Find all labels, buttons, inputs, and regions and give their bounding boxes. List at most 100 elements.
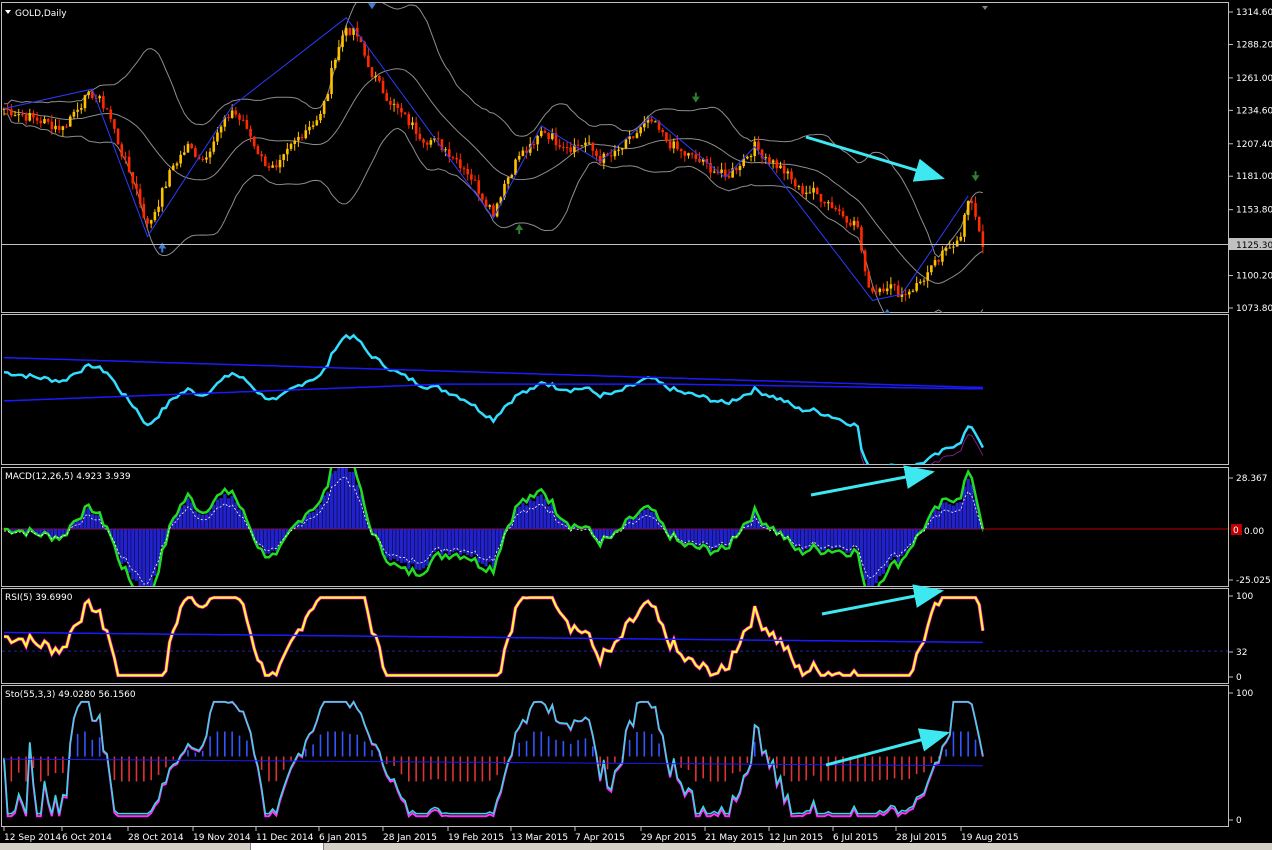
candle-body xyxy=(808,192,812,194)
candle-body xyxy=(370,67,374,78)
candle-body xyxy=(35,117,39,121)
stoch-hist-bar xyxy=(584,738,587,757)
macd-hist-bar xyxy=(642,509,646,529)
stoch-hist-bar xyxy=(709,756,712,782)
stoch-hist-bar xyxy=(356,734,359,757)
candle-body xyxy=(952,246,955,248)
price-axis: 1314.60 1288.20 1261.00 1234.60 1207.40 1181.… xyxy=(1228,8,1272,314)
stoch-hist-bar xyxy=(246,740,248,757)
macd-hist-bar xyxy=(204,514,208,529)
macd-hist-bar xyxy=(834,529,838,549)
chart-tab[interactable] xyxy=(250,843,324,850)
stoch-hist-bar xyxy=(525,740,528,757)
macd-hist-bar xyxy=(127,529,131,573)
stoch-hist-bar xyxy=(923,756,925,773)
fractal-arrows xyxy=(158,3,980,313)
stoch-hist-bar xyxy=(533,731,535,757)
macd-hist-bar xyxy=(392,529,396,559)
candle-body xyxy=(539,130,543,136)
candle-body xyxy=(849,222,852,226)
candle-body xyxy=(764,157,768,159)
candle-body xyxy=(79,108,83,110)
stoch-hist-bar xyxy=(540,731,543,757)
candle-body xyxy=(620,148,624,150)
stoch-hist-bar xyxy=(268,756,270,782)
candle-body xyxy=(72,111,76,117)
price-trend-arrow xyxy=(805,135,945,182)
trading-chart[interactable]: GOLD,Daily MACD(12,26,5) 4.923 3.939 RSI… xyxy=(0,0,1272,850)
candle-body xyxy=(87,91,90,96)
candle-body xyxy=(812,187,815,193)
down-arrow-icon xyxy=(971,171,980,182)
candle-body xyxy=(46,119,50,122)
stoch-hist-bar xyxy=(290,756,292,761)
date-tick-label: 13 Mar 2015 xyxy=(511,833,568,843)
candle-body xyxy=(793,179,797,187)
candle-body xyxy=(131,171,135,184)
candle-body xyxy=(160,188,164,207)
stoch-hist-bar xyxy=(363,741,366,757)
candle-body xyxy=(407,114,411,126)
price-tick-label: 1207.40 xyxy=(1236,140,1272,150)
macd-hist-bar xyxy=(260,529,264,547)
stoch-panel-frame xyxy=(1,685,1229,827)
candle-body xyxy=(738,166,742,171)
macd-hist-bar xyxy=(712,529,716,549)
macd-title: MACD(12,26,5) 4.923 3.939 xyxy=(5,472,131,482)
macd-hist-bar xyxy=(234,502,238,529)
candle-body xyxy=(650,119,653,122)
macd-hist-bar xyxy=(852,529,856,547)
stoch-hist-bar xyxy=(614,756,616,763)
price-tick-label: 1314.60 xyxy=(1236,8,1272,18)
macd-hist-bar xyxy=(797,529,801,547)
stoch-hist-bar xyxy=(341,731,344,757)
macd-hist-bar xyxy=(826,529,830,548)
macd-hist-bar xyxy=(337,468,341,529)
up-arrow-icon xyxy=(515,224,524,235)
candle-body xyxy=(333,59,337,68)
stoch-hist-bar xyxy=(260,756,263,770)
candle-body xyxy=(396,103,400,108)
candle-body xyxy=(462,168,466,170)
stoch-hist-bar xyxy=(312,744,314,757)
candle-body xyxy=(907,291,911,295)
stoch-hist-bar xyxy=(349,733,351,757)
candle-body xyxy=(282,154,285,160)
candle-body xyxy=(665,132,668,142)
macd-hist-bar xyxy=(694,529,698,546)
candle-body xyxy=(337,47,341,60)
candle-body xyxy=(687,153,690,156)
macd-hist-bar xyxy=(937,510,941,529)
candle-body xyxy=(17,114,21,116)
candle-body xyxy=(768,157,771,163)
macd-hist-bar xyxy=(197,513,201,529)
candle-body xyxy=(963,214,966,237)
candle-body xyxy=(882,288,885,292)
price-tick-label: 1261.00 xyxy=(1236,74,1272,84)
candle-body xyxy=(885,288,889,292)
macd-hist-bar xyxy=(841,529,845,550)
macd-hist-bar xyxy=(414,529,418,570)
macd-hist-bar xyxy=(959,502,963,529)
candle-body xyxy=(860,227,863,251)
macd-hist-bar xyxy=(933,509,937,529)
candle-body xyxy=(801,186,804,194)
macd-axis: 28.367 0 0.00 -25.025 xyxy=(1228,474,1271,586)
candle-body xyxy=(65,126,68,128)
candle-body xyxy=(190,143,193,149)
macd-hist-bar xyxy=(955,502,959,529)
macd-hist-bar xyxy=(690,529,694,543)
candle-body xyxy=(790,171,793,180)
price-tick-label: 1181.00 xyxy=(1236,172,1272,182)
candle-body xyxy=(315,120,319,126)
candle-body xyxy=(124,156,127,158)
stoch-hist-bar xyxy=(275,756,278,782)
macd-hist-bar xyxy=(948,504,952,529)
rsi-line xyxy=(3,596,984,678)
macd-hist-bar xyxy=(705,529,709,545)
stoch-hist-bar xyxy=(812,756,815,776)
candle-body xyxy=(565,147,569,149)
candle-body xyxy=(863,250,867,272)
stoch-hist-bar xyxy=(908,756,911,779)
macd-hist-bar xyxy=(348,471,352,529)
